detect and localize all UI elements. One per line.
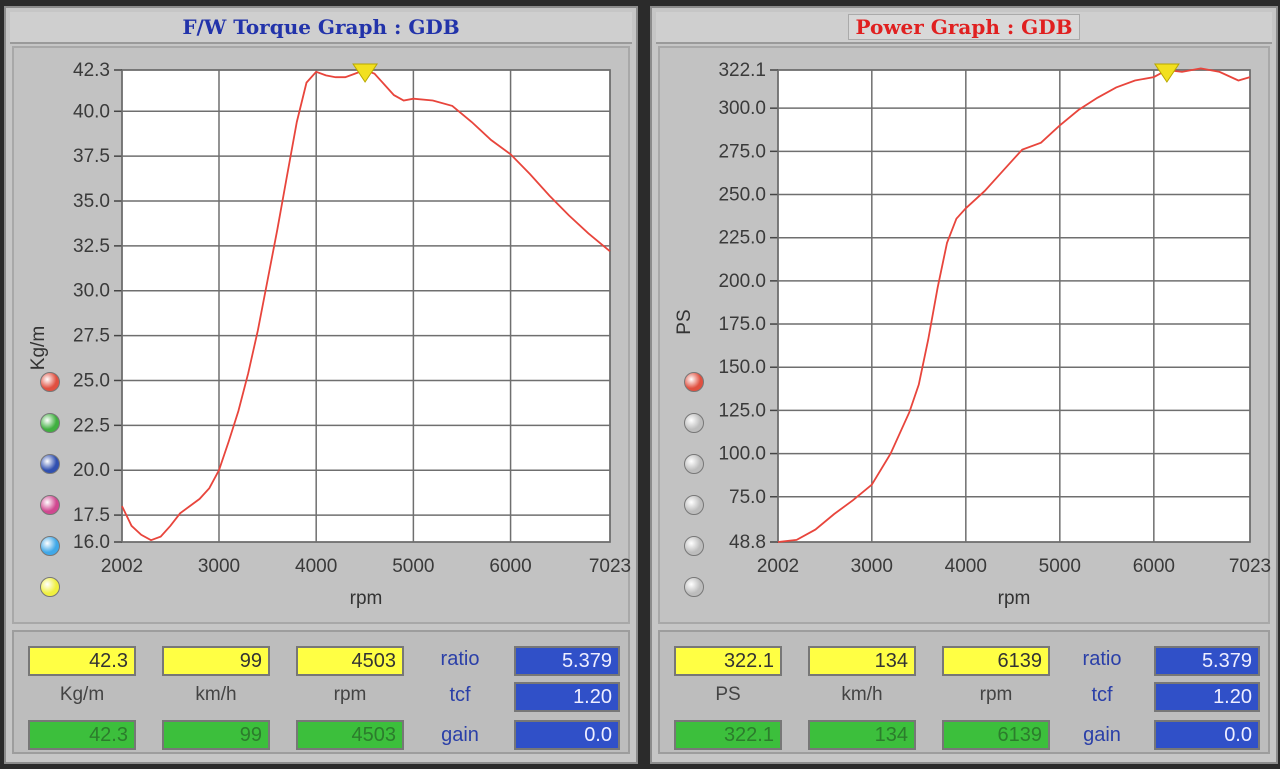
legend-dot[interactable] (40, 413, 60, 433)
x-tick-label: 4000 (295, 556, 337, 577)
rpm-value-box: 4503 (296, 646, 404, 676)
gain-value-box[interactable]: 0.0 (1154, 720, 1260, 750)
y-tick-label: 100.0 (718, 444, 766, 465)
y-tick-label: 20.0 (73, 460, 110, 481)
plot-area (121, 69, 611, 543)
tcf-value-box[interactable]: 1.20 (514, 682, 620, 712)
power-graph-title: Power Graph : GDB (848, 14, 1080, 40)
torque-readout: 42.3 99 4503 Kg/m km/h rpm 42.3 99 4503 … (12, 630, 630, 754)
y-tick-label: 125.0 (718, 400, 766, 421)
y-tick-label: 30.0 (73, 281, 110, 302)
y-tick-label: 25.0 (73, 370, 110, 391)
x-tick-label: 6000 (1133, 556, 1175, 577)
legend-dot[interactable] (40, 454, 60, 474)
ratio-label: ratio (440, 648, 480, 670)
legend-dot[interactable] (684, 372, 704, 392)
y-tick-label: 322.1 (718, 60, 766, 81)
legend-dot[interactable] (40, 536, 60, 556)
plot-area (777, 69, 1251, 543)
torque-value-box: 42.3 (28, 646, 136, 676)
y-axis-label: PS (674, 309, 695, 334)
x-axis-label: rpm (998, 588, 1031, 609)
gain-value-box[interactable]: 0.0 (514, 720, 620, 750)
rpm-unit-label: rpm (979, 684, 1013, 705)
ratio-value-box[interactable]: 5.379 (1154, 646, 1260, 676)
x-tick-label: 2002 (757, 556, 799, 577)
y-tick-label: 42.3 (73, 60, 110, 81)
legend-dot[interactable] (684, 577, 704, 597)
speed-value-box: 134 (808, 646, 916, 676)
y-tick-label: 175.0 (718, 314, 766, 335)
torque-panel: F/W Torque Graph : GDB 42.3 40.0 37.5 35.0 3… (4, 6, 638, 764)
rpm-value-box-secondary: 4503 (296, 720, 404, 750)
x-tick-label: 4000 (945, 556, 987, 577)
power-chart: 322.1 300.0 275.0 250.0 225.0 200.0 175.0 150.0… (674, 60, 1271, 609)
y-tick-label: 22.5 (73, 415, 110, 436)
y-tick-label: 275.0 (718, 141, 766, 162)
x-tick-label: 2002 (101, 556, 143, 577)
speed-value-box-secondary: 134 (808, 720, 916, 750)
gain-label: gain (1083, 724, 1121, 746)
y-axis-label: Kg/m (28, 326, 49, 370)
torque-chart-area: 42.3 40.0 37.5 35.0 32.5 30.0 27.5 25.0 22.5 20.0… (12, 46, 631, 624)
y-tick-label: 75.0 (729, 487, 766, 508)
legend-dot[interactable] (684, 413, 704, 433)
y-tick-label: 200.0 (718, 271, 766, 292)
y-tick-label: 225.0 (718, 228, 766, 249)
legend-dot[interactable] (684, 495, 704, 515)
x-tick-label: 7023 (1229, 556, 1271, 577)
legend-dot[interactable] (40, 577, 60, 597)
y-tick-label: 250.0 (718, 185, 766, 206)
y-tick-label: 150.0 (718, 357, 766, 378)
x-tick-label: 7023 (589, 556, 631, 577)
legend-dot[interactable] (684, 454, 704, 474)
legend-dot[interactable] (40, 372, 60, 392)
speed-value-box-secondary: 99 (162, 720, 270, 750)
x-tick-label: 5000 (392, 556, 434, 577)
y-tick-label: 16.0 (73, 532, 110, 553)
y-tick-label: 35.0 (73, 191, 110, 212)
rpm-unit-label: rpm (333, 684, 367, 705)
torque-value-box-secondary: 42.3 (28, 720, 136, 750)
tcf-value-box[interactable]: 1.20 (1154, 682, 1260, 712)
legend-dot[interactable] (40, 495, 60, 515)
torque-unit-label: Kg/m (59, 684, 105, 705)
speed-unit-label: km/h (841, 684, 883, 705)
tcf-label: tcf (449, 684, 471, 706)
y-tick-label: 40.0 (73, 101, 110, 122)
tcf-label: tcf (1091, 684, 1113, 706)
ratio-value-box[interactable]: 5.379 (514, 646, 620, 676)
y-tick-label: 32.5 (73, 236, 110, 257)
power-chart-area: 322.1 300.0 275.0 250.0 225.0 200.0 175.0 150.0… (658, 46, 1271, 624)
speed-value-box: 99 (162, 646, 270, 676)
x-axis-label: rpm (350, 588, 383, 609)
speed-unit-label: km/h (195, 684, 237, 705)
power-panel: Power Graph : GDB 322.1 300.0 275.0 250.0 22… (650, 6, 1278, 764)
gain-label: gain (441, 724, 479, 746)
x-tick-label: 3000 (198, 556, 240, 577)
rpm-value-box-secondary: 6139 (942, 720, 1050, 750)
y-tick-label: 300.0 (718, 98, 766, 119)
x-tick-label: 5000 (1039, 556, 1081, 577)
ratio-label: ratio (1082, 648, 1122, 670)
y-tick-label: 17.5 (73, 505, 110, 526)
legend-dot[interactable] (684, 536, 704, 556)
power-value-box-secondary: 322.1 (674, 720, 782, 750)
y-tick-label: 27.5 (73, 326, 110, 347)
power-value-box: 322.1 (674, 646, 782, 676)
power-unit-label: PS (715, 684, 741, 705)
rpm-value-box: 6139 (942, 646, 1050, 676)
power-readout: 322.1 134 6139 PS km/h rpm 322.1 134 613… (658, 630, 1270, 754)
power-graph-titlebar: Power Graph : GDB (656, 12, 1272, 44)
y-tick-label: 48.8 (729, 532, 766, 553)
y-tick-label: 37.5 (73, 146, 110, 167)
x-tick-label: 3000 (851, 556, 893, 577)
torque-chart: 42.3 40.0 37.5 35.0 32.5 30.0 27.5 25.0 22.5 20.0… (28, 60, 631, 609)
torque-graph-title: F/W Torque Graph : GDB (10, 12, 632, 44)
x-tick-label: 6000 (489, 556, 531, 577)
